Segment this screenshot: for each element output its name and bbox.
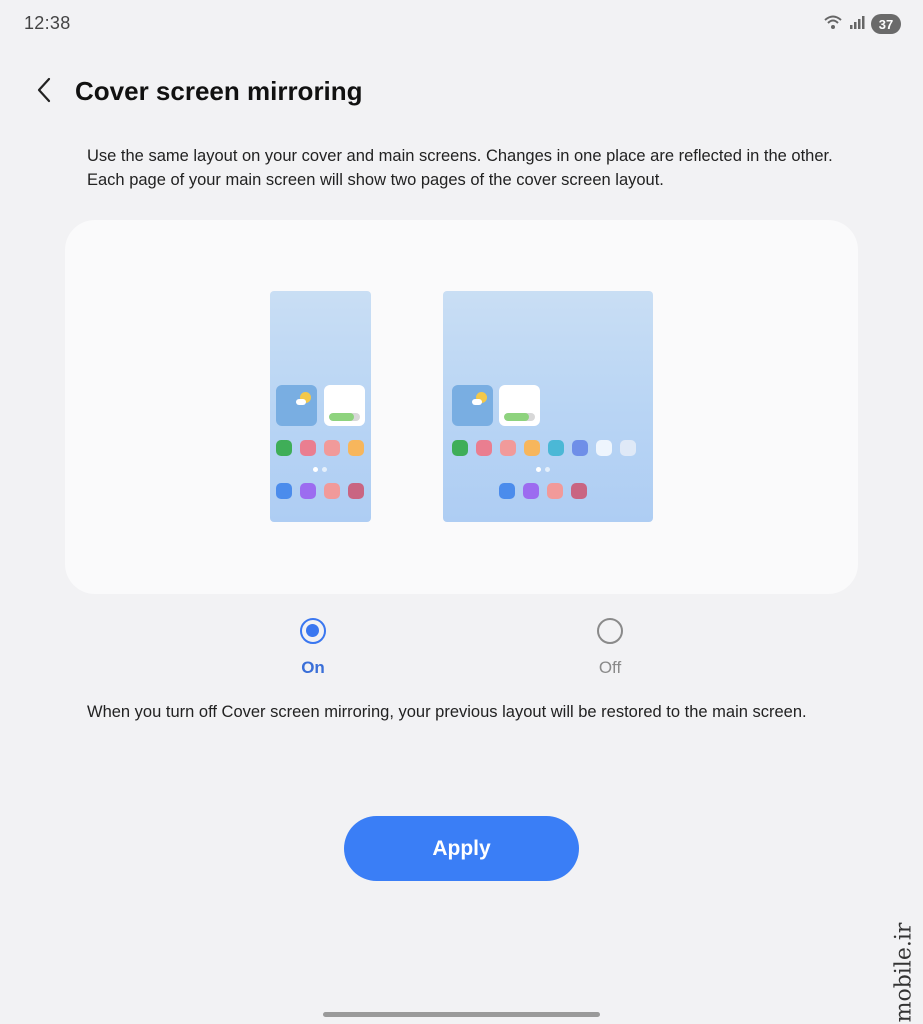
- cover-screen-preview: [270, 291, 371, 522]
- app-icon: [572, 440, 588, 456]
- option-on[interactable]: On: [253, 618, 373, 678]
- battery-icon: 37: [871, 14, 901, 34]
- back-button[interactable]: [28, 74, 60, 110]
- app-icon: [620, 440, 636, 456]
- app-icon: [300, 483, 316, 499]
- page-indicator-dot: [536, 467, 541, 472]
- page-title: Cover screen mirroring: [75, 76, 363, 106]
- note-text: When you turn off Cover screen mirroring…: [87, 703, 807, 721]
- battery-widget: [499, 385, 540, 426]
- app-icon: [348, 440, 364, 456]
- weather-widget: [452, 385, 493, 426]
- cloud-icon: [472, 399, 482, 405]
- app-icon: [276, 483, 292, 499]
- app-icon: [548, 440, 564, 456]
- radio-on-button[interactable]: [300, 618, 326, 644]
- battery-widget: [324, 385, 365, 426]
- app-icon: [524, 440, 540, 456]
- home-indicator[interactable]: [323, 1012, 600, 1017]
- status-bar: 12:38 37: [0, 0, 923, 48]
- chevron-left-icon: [35, 77, 53, 108]
- preview-card: [65, 220, 858, 594]
- app-icon: [499, 483, 515, 499]
- description-text: Use the same layout on your cover and ma…: [87, 147, 833, 189]
- apply-button[interactable]: Apply: [344, 816, 579, 881]
- app-icon: [348, 483, 364, 499]
- option-off-label: Off: [598, 658, 622, 677]
- app-icon: [523, 483, 539, 499]
- header: Cover screen mirroring: [0, 66, 923, 120]
- watermark: mobile.ir: [886, 920, 922, 1024]
- radio-off-button[interactable]: [597, 618, 623, 644]
- clock: 12:38: [24, 13, 71, 33]
- wifi-icon: [823, 14, 843, 35]
- app-icon: [452, 440, 468, 456]
- app-icon: [300, 440, 316, 456]
- option-off[interactable]: Off: [550, 618, 670, 678]
- app-icon: [324, 483, 340, 499]
- weather-widget: [276, 385, 317, 426]
- app-icon: [276, 440, 292, 456]
- page-indicator-dot: [313, 467, 318, 472]
- app-icon: [324, 440, 340, 456]
- signal-icon: [849, 14, 865, 35]
- cloud-icon: [296, 399, 306, 405]
- app-icon: [476, 440, 492, 456]
- main-screen-preview: [443, 291, 653, 522]
- page-indicator-dot: [322, 467, 327, 472]
- page-indicator-dot: [545, 467, 550, 472]
- app-icon: [547, 483, 563, 499]
- app-icon: [596, 440, 612, 456]
- app-icon: [571, 483, 587, 499]
- option-on-label: On: [301, 658, 325, 677]
- app-icon: [500, 440, 516, 456]
- status-icons: 37: [823, 13, 901, 35]
- watermark-text: mobile.ir: [891, 922, 917, 1022]
